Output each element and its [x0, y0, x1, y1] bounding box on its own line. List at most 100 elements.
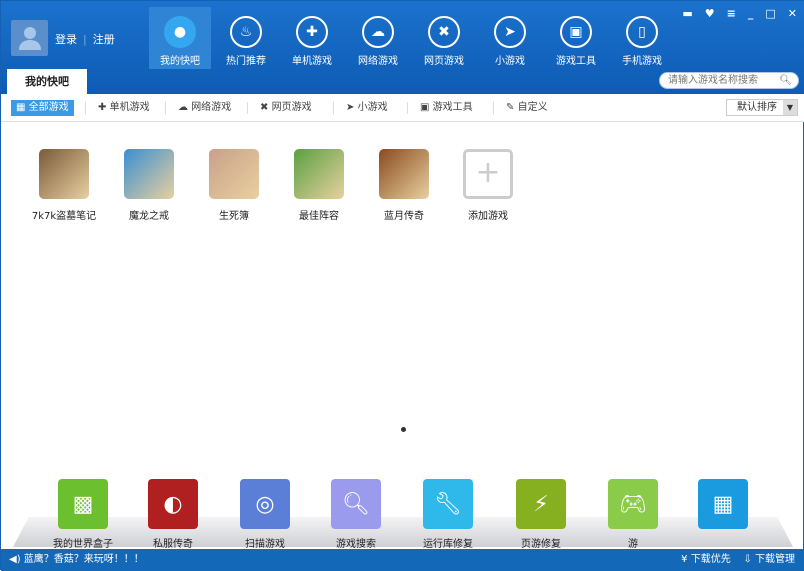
game-icon [209, 149, 259, 199]
nav-item-1[interactable]: ♨ 热门推荐 [215, 7, 277, 69]
dock-item-1[interactable]: ◐ 私服传奇 [133, 479, 213, 550]
swords-icon: ✖ [260, 102, 269, 113]
cloud-icon: ☁ [362, 16, 394, 48]
close-button[interactable]: ✕ [788, 7, 797, 20]
filter-4[interactable]: ➤ 小游戏 [341, 100, 393, 116]
gamepad-icon: ✚ [98, 102, 107, 113]
nav-item-0[interactable]: ● 我的快吧 [149, 7, 211, 69]
filter-label: 自定义 [517, 102, 548, 113]
nav-item-5[interactable]: ➤ 小游戏 [479, 7, 541, 69]
nav-item-7[interactable]: ▯ 手机游戏 [611, 7, 673, 69]
skin-icon[interactable]: ♥ [705, 7, 715, 20]
dock-item-6[interactable]: 🎮︎ 游 [593, 479, 673, 550]
dock-item-4[interactable]: 🔧︎ 运行库修复 [408, 479, 488, 550]
dock-item-5[interactable]: ⚡︎ 页游修复 [501, 479, 581, 550]
register-link[interactable]: 注册 [93, 33, 115, 46]
grid-icon: ▦ [16, 102, 26, 113]
dock-label: 私服传奇 [153, 539, 193, 550]
game-icon [124, 149, 174, 199]
login-link[interactable]: 登录 [55, 33, 77, 46]
maximize-button[interactable]: □ [765, 7, 775, 20]
plane-icon: ➤ [494, 16, 526, 48]
dock-label: 我的世界盒子 [53, 539, 113, 550]
divider [333, 102, 334, 114]
filter-label: 游戏工具 [432, 102, 473, 113]
sort-value: 默认排序 [737, 102, 777, 113]
page-indicator[interactable] [401, 427, 406, 432]
game-item[interactable]: 最佳阵容 [279, 149, 359, 222]
dock-item-0[interactable]: ▩ 我的世界盒子 [43, 479, 123, 550]
filter-label: 小游戏 [357, 102, 388, 113]
filter-6[interactable]: ✎ 自定义 [501, 100, 553, 116]
filter-0[interactable]: ▦ 全部游戏 [11, 100, 74, 116]
divider [407, 102, 408, 114]
sort-select[interactable]: 默认排序 ▼ [726, 99, 798, 116]
filter-2[interactable]: ☁ 网络游戏 [173, 100, 236, 116]
dock-item-3[interactable]: 🔍︎ 游戏搜索 [316, 479, 396, 550]
dock-icon: ⚡︎ [516, 479, 566, 529]
window-controls: ▬ ♥ ≡ _ □ ✕ [682, 7, 797, 20]
tab-my-kuaiba[interactable]: 我的快吧 [7, 69, 87, 94]
nav-label: 游戏工具 [556, 56, 596, 67]
download-manager-button[interactable]: ⇩ 下载管理 [743, 554, 795, 565]
avatar[interactable] [11, 20, 48, 56]
game-item[interactable]: 蓝月传奇 [364, 149, 444, 222]
nav-label: 网络游戏 [358, 56, 398, 67]
dock-label: 页游修复 [521, 539, 561, 550]
chevron-down-icon[interactable]: ▼ [783, 100, 797, 115]
dock-icon: ◎ [240, 479, 290, 529]
game-label: 7k7k盗墓笔记 [31, 211, 97, 222]
dock-icon: ◐ [148, 479, 198, 529]
nav-item-2[interactable]: ✚ 单机游戏 [281, 7, 343, 69]
nav-label: 手机游戏 [622, 56, 662, 67]
toolbox-icon: ▣ [560, 16, 592, 48]
minimize-button[interactable]: _ [748, 7, 754, 20]
status-bar: ◀) 蓝鹰？香菇？来玩呀！！！ ¥ 下载优先 ⇩ 下载管理 [1, 549, 804, 571]
phone-icon: ▯ [626, 16, 658, 48]
game-item[interactable]: 生死簿 [194, 149, 274, 222]
status-message[interactable]: 蓝鹰？香菇？来玩呀！！！ [24, 554, 144, 565]
dock-label: 运行库修复 [423, 539, 473, 550]
dock-item-7[interactable]: ▦ [683, 479, 763, 535]
filter-3[interactable]: ✖ 网页游戏 [255, 100, 317, 116]
plane-icon: ➤ [346, 102, 355, 113]
dock-label: 扫描游戏 [245, 539, 285, 550]
nav-item-6[interactable]: ▣ 游戏工具 [545, 7, 607, 69]
nav-label: 热门推荐 [226, 56, 266, 67]
nav-item-4[interactable]: ✖ 网页游戏 [413, 7, 475, 69]
toolbox-icon: ▣ [420, 102, 430, 113]
feedback-icon[interactable]: ▬ [682, 7, 692, 20]
filter-label: 网页游戏 [271, 102, 312, 113]
nav-label: 我的快吧 [160, 56, 200, 67]
nav-label: 网页游戏 [424, 56, 464, 67]
divider [247, 102, 248, 114]
filter-label: 网络游戏 [191, 102, 232, 113]
nav-label: 小游戏 [495, 56, 525, 67]
divider [493, 102, 494, 114]
dock-icon: 🔍︎ [331, 479, 381, 529]
game-label: 蓝月传奇 [384, 211, 424, 222]
search-input[interactable]: 请输入游戏名称搜索 🔍︎ [659, 72, 799, 89]
search-placeholder: 请输入游戏名称搜索 [668, 75, 758, 86]
game-item[interactable]: 魔龙之戒 [109, 149, 189, 222]
add-game-button[interactable]: + 添加游戏 [448, 149, 528, 222]
filter-5[interactable]: ▣ 游戏工具 [415, 100, 478, 116]
nav-item-3[interactable]: ☁ 网络游戏 [347, 7, 409, 69]
dock-shelf [13, 517, 793, 547]
dock-label: 游戏搜索 [336, 539, 376, 550]
add-game-label: 添加游戏 [468, 211, 508, 222]
user-icon: ● [164, 16, 196, 48]
menu-icon[interactable]: ≡ [727, 7, 736, 20]
dock-item-2[interactable]: ◎ 扫描游戏 [225, 479, 305, 550]
filter-bar: 默认排序 ▼ ▦ 全部游戏 ✚ 单机游戏 ☁ 网络游戏 ✖ 网页游戏 ➤ 小游戏 ▣ 游戏工… [1, 94, 804, 122]
pencil-icon: ✎ [506, 102, 515, 113]
gamepad-icon: ✚ [296, 16, 328, 48]
dock-icon: ▦ [698, 479, 748, 529]
dock-icon: 🎮︎ [608, 479, 658, 529]
game-item[interactable]: 7k7k盗墓笔记 [24, 149, 104, 222]
download-priority-button[interactable]: ¥ 下载优先 [681, 554, 731, 565]
search-icon[interactable]: 🔍︎ [779, 73, 792, 88]
fire-icon: ♨ [230, 16, 262, 48]
filter-1[interactable]: ✚ 单机游戏 [93, 100, 155, 116]
plus-icon: + [463, 149, 513, 199]
